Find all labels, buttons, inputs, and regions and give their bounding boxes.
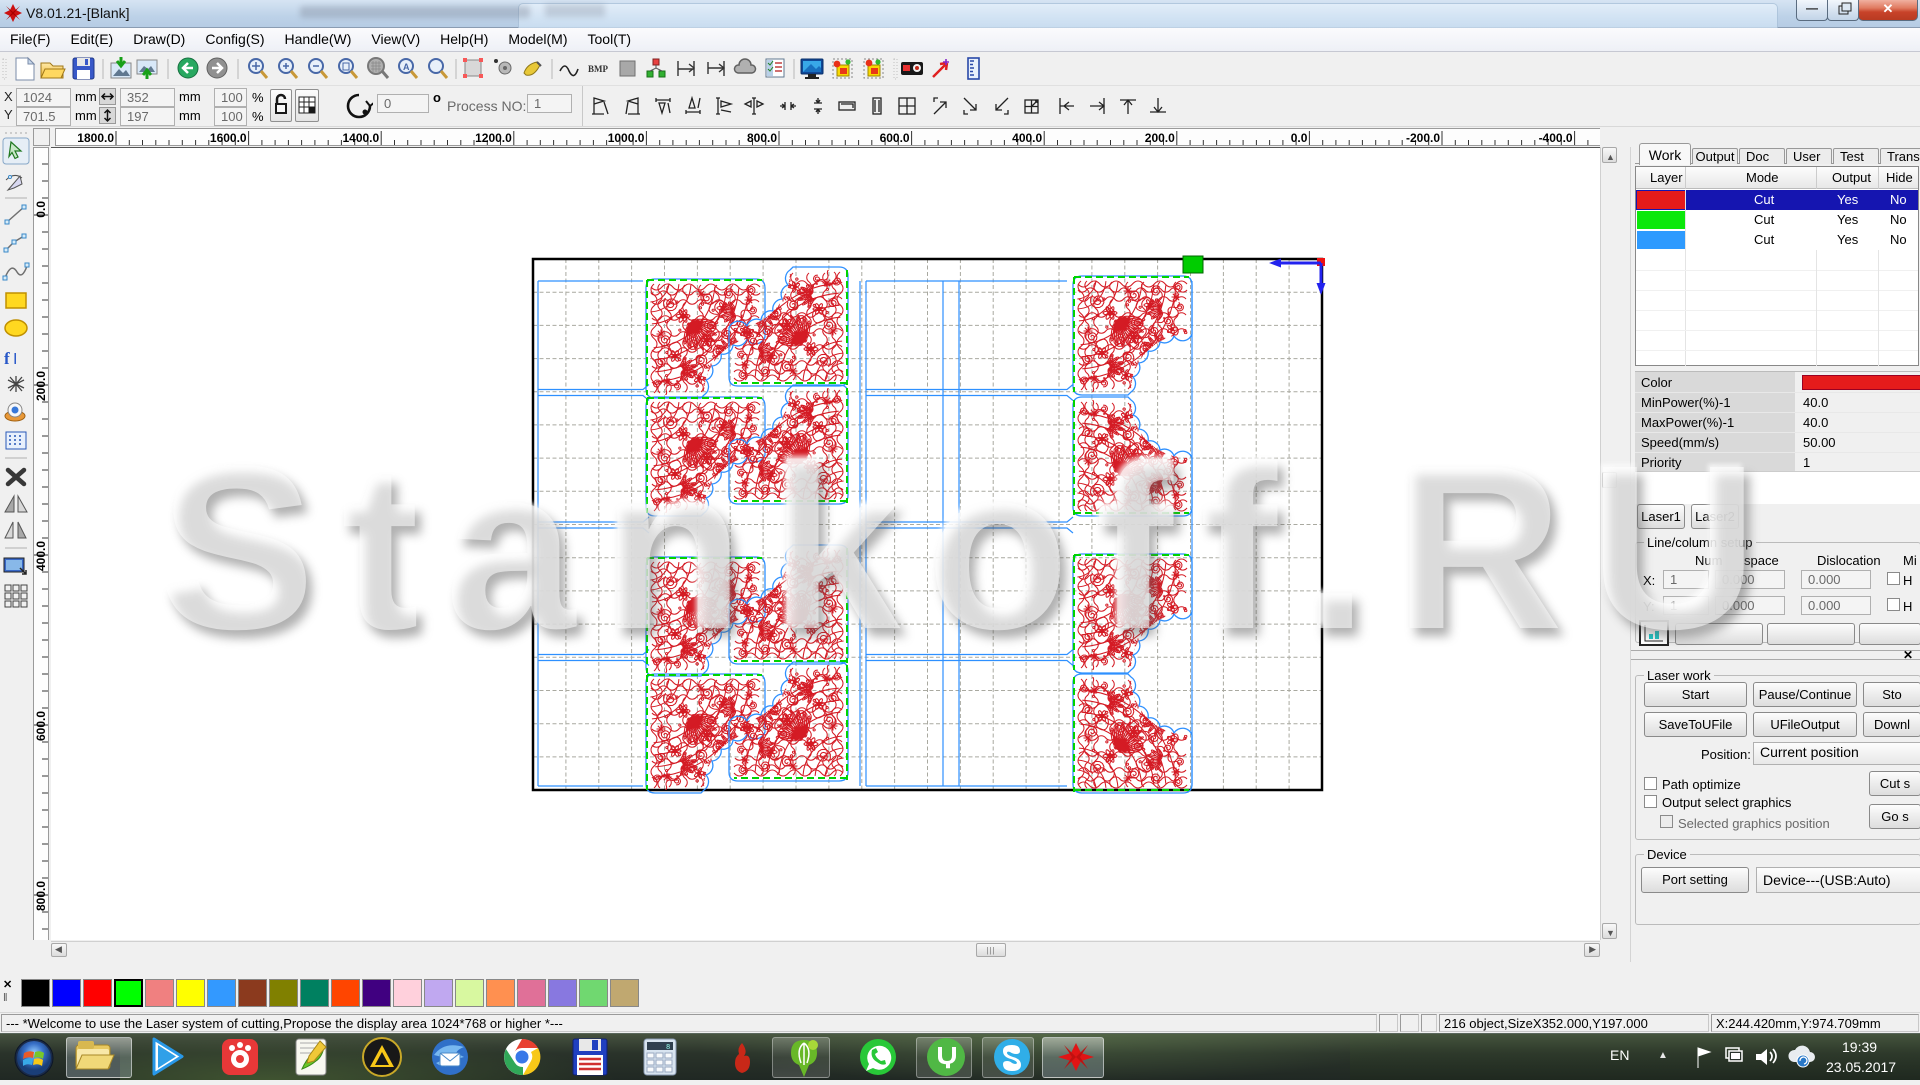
svg-text:-400.0: -400.0 — [1539, 131, 1573, 145]
svg-text:1600.0: 1600.0 — [210, 131, 247, 145]
svg-text:1800.0: 1800.0 — [77, 131, 114, 145]
svg-text:0.0: 0.0 — [1291, 131, 1308, 145]
svg-text:8: 8 — [666, 1044, 670, 1052]
svg-text:200.0: 200.0 — [34, 371, 48, 401]
svg-text:BMP: BMP — [588, 64, 608, 74]
svg-text:200.0: 200.0 — [1145, 131, 1175, 145]
svg-text:I: I — [13, 351, 17, 368]
svg-text:800.0: 800.0 — [34, 881, 48, 911]
svg-text:1000.0: 1000.0 — [608, 131, 645, 145]
svg-text:-200.0: -200.0 — [1406, 131, 1440, 145]
svg-text:600.0: 600.0 — [34, 711, 48, 741]
svg-text:1200.0: 1200.0 — [475, 131, 512, 145]
svg-text:1400.0: 1400.0 — [342, 131, 379, 145]
svg-text:0.0: 0.0 — [34, 201, 48, 218]
svg-text:400.0: 400.0 — [1012, 131, 1042, 145]
svg-text:A: A — [403, 62, 410, 72]
svg-text:f: f — [4, 349, 10, 368]
svg-text:800.0: 800.0 — [747, 131, 777, 145]
svg-text:600.0: 600.0 — [880, 131, 910, 145]
svg-text:400.0: 400.0 — [34, 541, 48, 571]
